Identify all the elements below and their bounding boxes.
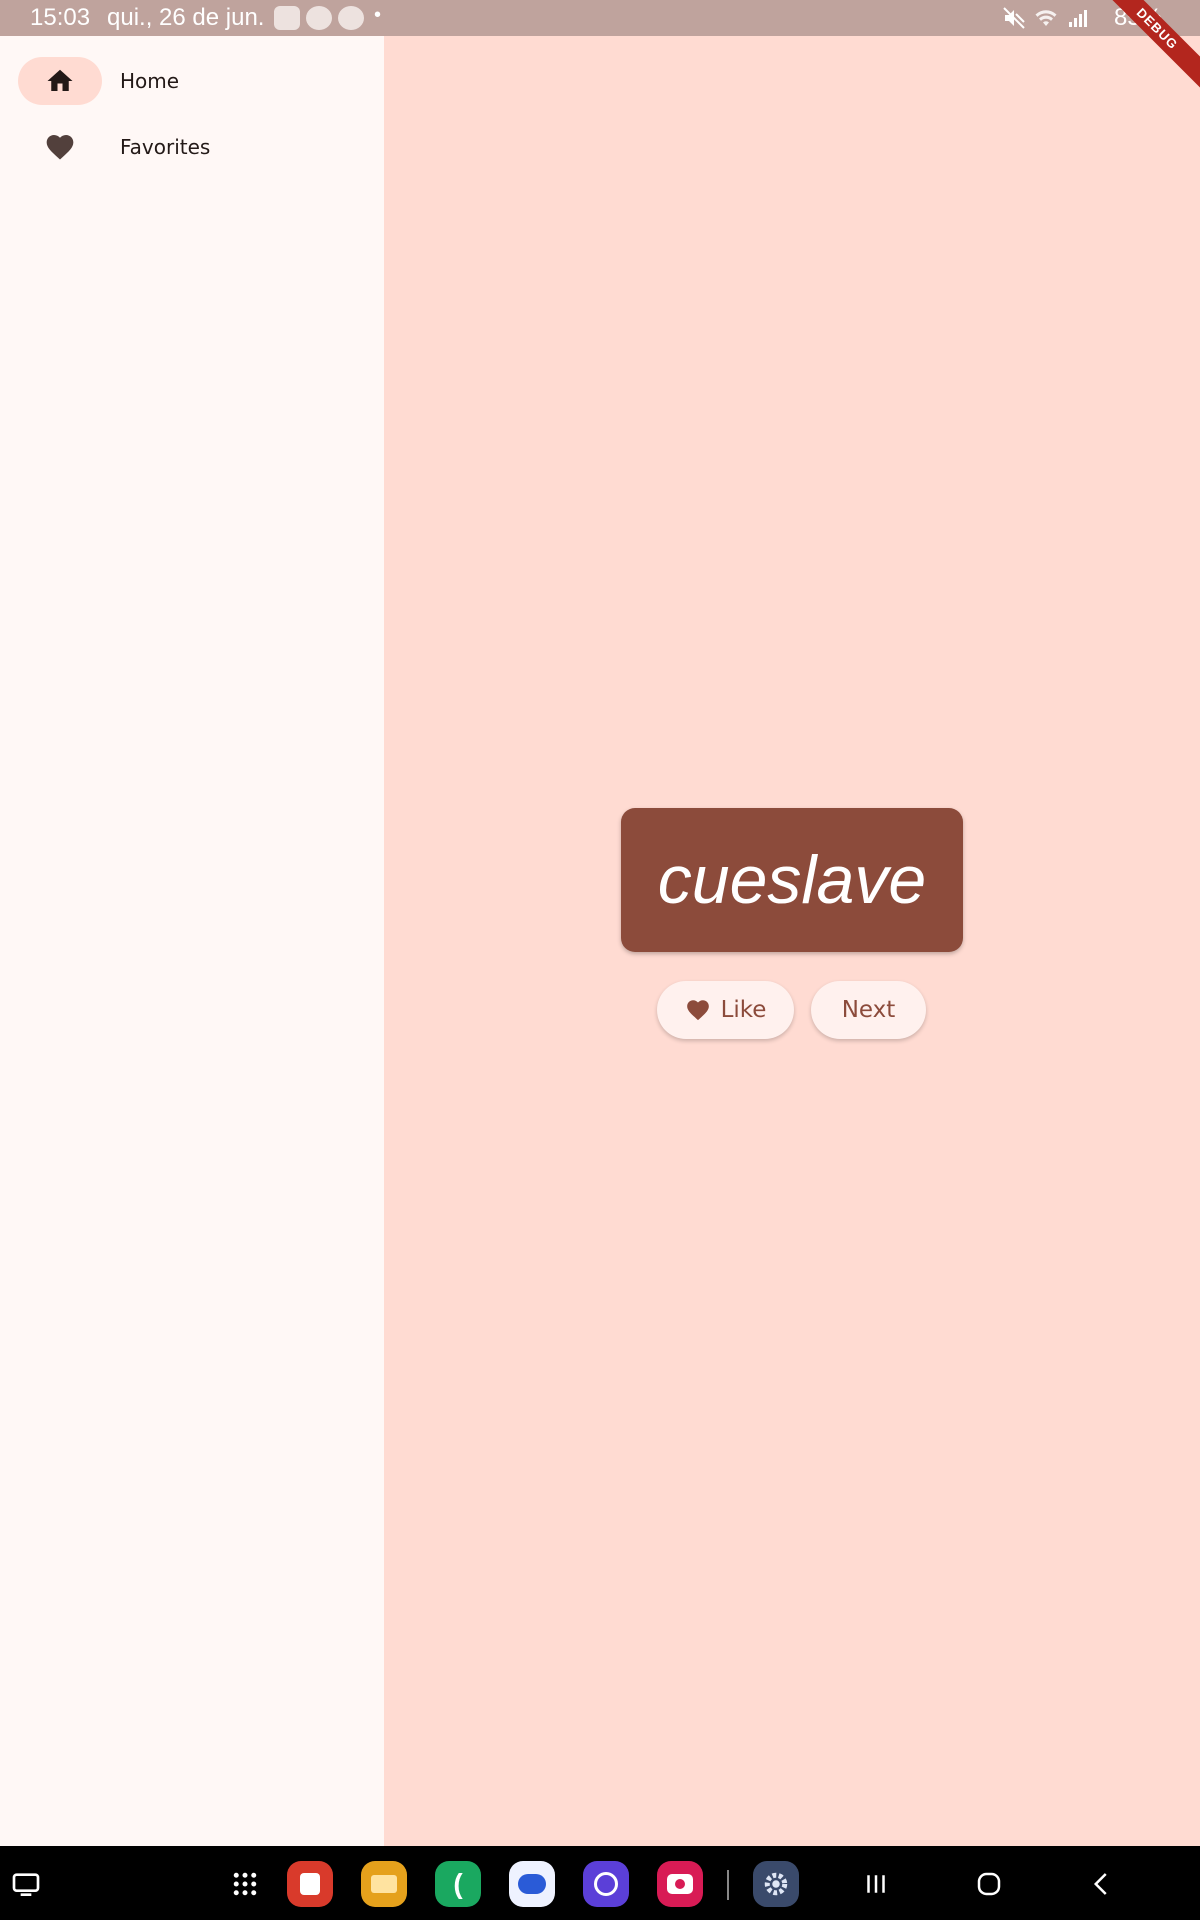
status-date: qui., 26 de jun. bbox=[107, 4, 265, 31]
home-icon bbox=[47, 69, 73, 91]
phone-app-icon[interactable]: ( bbox=[434, 1860, 482, 1908]
nav-label-favorites: Favorites bbox=[120, 135, 211, 159]
nav-indicator bbox=[18, 57, 102, 105]
notes-app-icon[interactable] bbox=[286, 1860, 334, 1908]
nav-indicator-inactive bbox=[18, 123, 102, 171]
signal-icon bbox=[1069, 10, 1087, 27]
home-circle-icon[interactable] bbox=[965, 1860, 1013, 1908]
settings-app-icon[interactable] bbox=[752, 1860, 800, 1908]
screen-recorder-icon[interactable] bbox=[2, 1860, 50, 1908]
camera-app-icon[interactable] bbox=[656, 1860, 704, 1908]
heart-icon bbox=[686, 1000, 709, 1021]
more-notifications-dot-icon: • bbox=[374, 4, 382, 26]
heart-icon bbox=[46, 135, 74, 160]
word-pair-card: cueslave bbox=[621, 808, 963, 952]
taskbar-divider bbox=[727, 1870, 729, 1900]
wifi-icon bbox=[1035, 10, 1057, 26]
notification-app-icon bbox=[274, 6, 300, 30]
recents-icon[interactable] bbox=[852, 1860, 900, 1908]
status-bar: 15:03 qui., 26 de jun. • 85% bbox=[0, 0, 1200, 36]
like-button[interactable]: Like bbox=[657, 981, 794, 1039]
nav-label-home: Home bbox=[120, 69, 180, 93]
next-button[interactable]: Next bbox=[811, 981, 926, 1039]
next-button-label: Next bbox=[841, 997, 896, 1023]
taskbar: ( bbox=[0, 1846, 1200, 1920]
nav-item-home[interactable]: Home bbox=[18, 57, 179, 105]
internet-app-icon[interactable] bbox=[582, 1860, 630, 1908]
nav-item-favorites[interactable]: Favorites bbox=[18, 123, 210, 171]
word-pair-text: cueslave bbox=[657, 842, 927, 918]
app-drawer-icon[interactable] bbox=[221, 1860, 269, 1908]
app-screen: Home Favorites cueslave Like Next 15:03 … bbox=[0, 0, 1200, 1920]
navigation-rail: Home Favorites bbox=[0, 0, 384, 1846]
back-icon[interactable] bbox=[1078, 1860, 1126, 1908]
status-time: 15:03 bbox=[30, 4, 91, 31]
notification-app-icon-2 bbox=[338, 6, 364, 30]
like-button-label: Like bbox=[720, 997, 767, 1023]
files-app-icon[interactable] bbox=[360, 1860, 408, 1908]
system-icons bbox=[1002, 6, 1090, 30]
mute-icon bbox=[1003, 7, 1025, 29]
messages-app-icon[interactable] bbox=[508, 1860, 556, 1908]
notification-icons bbox=[274, 6, 364, 30]
notification-game-icon bbox=[306, 6, 332, 30]
